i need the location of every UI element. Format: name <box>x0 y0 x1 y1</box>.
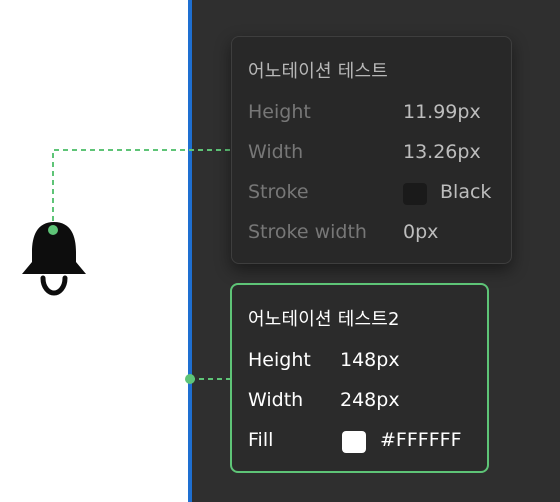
connector-anchor-1 <box>48 225 58 235</box>
annotation-title-2: 어노테이션 테스트2 <box>248 309 400 330</box>
row-label: Width <box>248 389 304 411</box>
annotation-card-2[interactable]: 어노테이션 테스트2 Height 148px Width 248px Fill… <box>230 283 489 473</box>
row-label: Stroke width <box>248 221 367 243</box>
row-label: Height <box>248 101 311 123</box>
row-label: Height <box>248 349 311 371</box>
row-label: Fill <box>248 429 274 451</box>
annotation-title-1: 어노테이션 테스트 <box>248 61 389 82</box>
annotation-card-1[interactable]: 어노테이션 테스트 Height 11.99px Width 13.26px S… <box>231 36 512 264</box>
row-value: 248px <box>340 389 400 411</box>
fill-color-swatch <box>342 431 366 453</box>
row-value: 13.26px <box>403 141 481 163</box>
bell-icon[interactable] <box>16 216 92 296</box>
row-value: 148px <box>340 349 400 371</box>
row-value: 11.99px <box>403 101 481 123</box>
row-value: 0px <box>403 221 439 243</box>
row-value: Black <box>440 181 492 203</box>
row-label: Width <box>248 141 304 163</box>
stroke-color-swatch <box>403 183 427 205</box>
row-label: Stroke <box>248 181 309 203</box>
row-value: #FFFFFF <box>380 429 462 451</box>
